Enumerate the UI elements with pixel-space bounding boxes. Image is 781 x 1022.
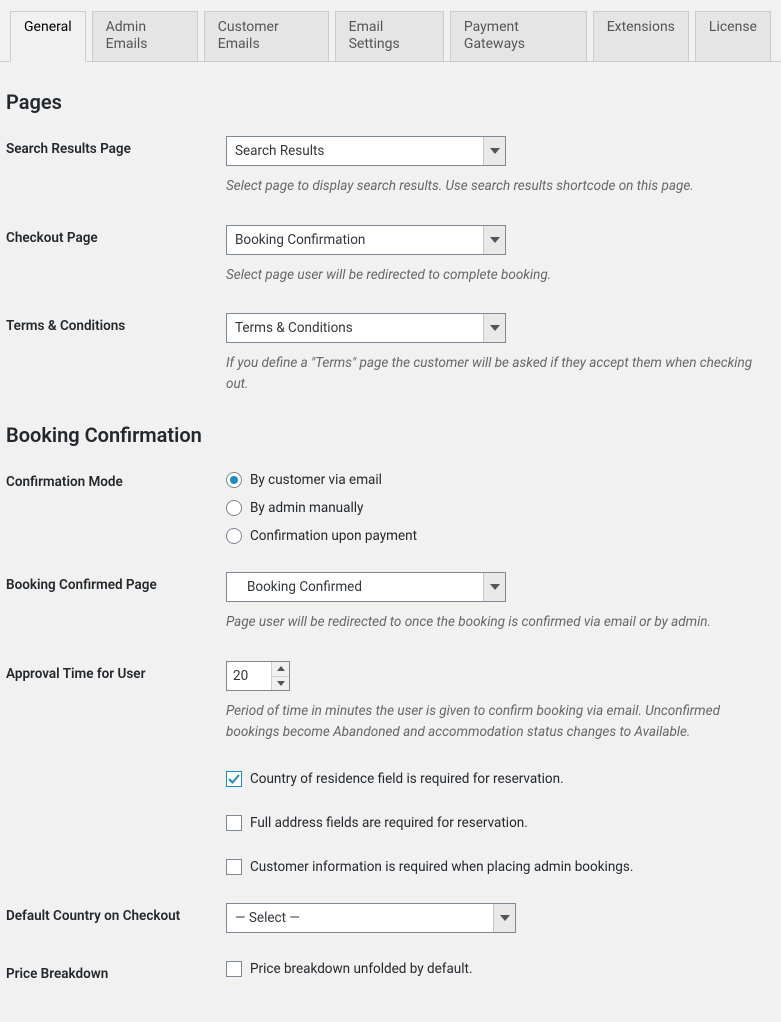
checkout-page-label: Checkout Page [6,225,226,246]
checkbox-price-breakdown[interactable]: Price breakdown unfolded by default. [226,961,766,977]
select-value: Search Results [227,137,483,165]
tab-customer-emails[interactable]: Customer Emails [204,11,329,62]
checkbox-admin-customer-info[interactable]: Customer information is required when pl… [226,859,766,875]
tab-license[interactable]: License [695,11,771,62]
checkbox-icon [226,815,242,831]
tab-extensions[interactable]: Extensions [593,11,689,62]
chevron-down-icon [483,226,505,254]
confirmation-mode-label: Confirmation Mode [6,469,226,490]
search-results-page-desc: Select page to display search results. U… [226,176,756,197]
radio-icon [226,528,242,544]
section-pages-title: Pages [6,90,771,114]
radio-label: By customer via email [250,472,382,488]
terms-page-desc: If you define a "Terms" page the custome… [226,353,756,395]
default-country-select[interactable]: — Select — [226,903,516,933]
chevron-down-icon [493,904,515,932]
radio-label: Confirmation upon payment [250,528,417,544]
tab-email-settings[interactable]: Email Settings [335,11,444,62]
checkbox-country-required[interactable]: Country of residence field is required f… [226,771,766,787]
search-results-page-label: Search Results Page [6,136,226,157]
checkbox-icon [226,771,242,787]
section-booking-title: Booking Confirmation [6,423,771,447]
radio-by-customer-email[interactable]: By customer via email [226,472,766,488]
price-breakdown-label: Price Breakdown [6,961,226,982]
radio-label: By admin manually [250,500,363,516]
radio-icon [226,472,242,488]
checkbox-icon [226,859,242,875]
checkout-page-desc: Select page user will be redirected to c… [226,265,756,286]
search-results-page-select[interactable]: Search Results [226,136,506,166]
terms-page-select[interactable]: Terms & Conditions [226,313,506,343]
tab-general[interactable]: General [10,11,86,62]
approval-time-label: Approval Time for User [6,661,226,682]
approval-time-desc: Period of time in minutes the user is gi… [226,701,756,743]
number-value: 20 [227,662,271,690]
checkbox-label: Full address fields are required for res… [250,815,528,831]
number-spinner[interactable] [271,662,289,690]
checkbox-label: Price breakdown unfolded by default. [250,961,473,977]
spin-up-icon[interactable] [272,662,289,677]
tab-admin-emails[interactable]: Admin Emails [92,11,198,62]
chevron-down-icon [483,314,505,342]
radio-icon [226,500,242,516]
spin-down-icon[interactable] [272,677,289,691]
checkbox-label: Country of residence field is required f… [250,771,564,787]
checkbox-label: Customer information is required when pl… [250,859,633,875]
booking-confirmed-page-desc: Page user will be redirected to once the… [226,612,756,633]
settings-tabs: General Admin Emails Customer Emails Ema… [0,0,781,62]
default-country-label: Default Country on Checkout [6,903,226,924]
confirmation-mode-group: By customer via email By admin manually … [226,469,766,544]
terms-page-label: Terms & Conditions [6,313,226,334]
select-value: Terms & Conditions [227,314,483,342]
tab-payment-gateways[interactable]: Payment Gateways [450,11,587,62]
checkbox-address-required[interactable]: Full address fields are required for res… [226,815,766,831]
checkbox-icon [226,961,242,977]
approval-time-input[interactable]: 20 [226,661,290,691]
chevron-down-icon [483,137,505,165]
radio-upon-payment[interactable]: Confirmation upon payment [226,528,766,544]
select-value: Booking Confirmation [227,226,483,254]
booking-confirmed-page-label: Booking Confirmed Page [6,572,226,593]
select-value: — Select — [227,904,493,932]
radio-by-admin-manually[interactable]: By admin manually [226,500,766,516]
checkout-page-select[interactable]: Booking Confirmation [226,225,506,255]
booking-confirmed-page-select[interactable]: Booking Confirmed [226,572,506,602]
select-value: Booking Confirmed [227,573,483,601]
chevron-down-icon [483,573,505,601]
